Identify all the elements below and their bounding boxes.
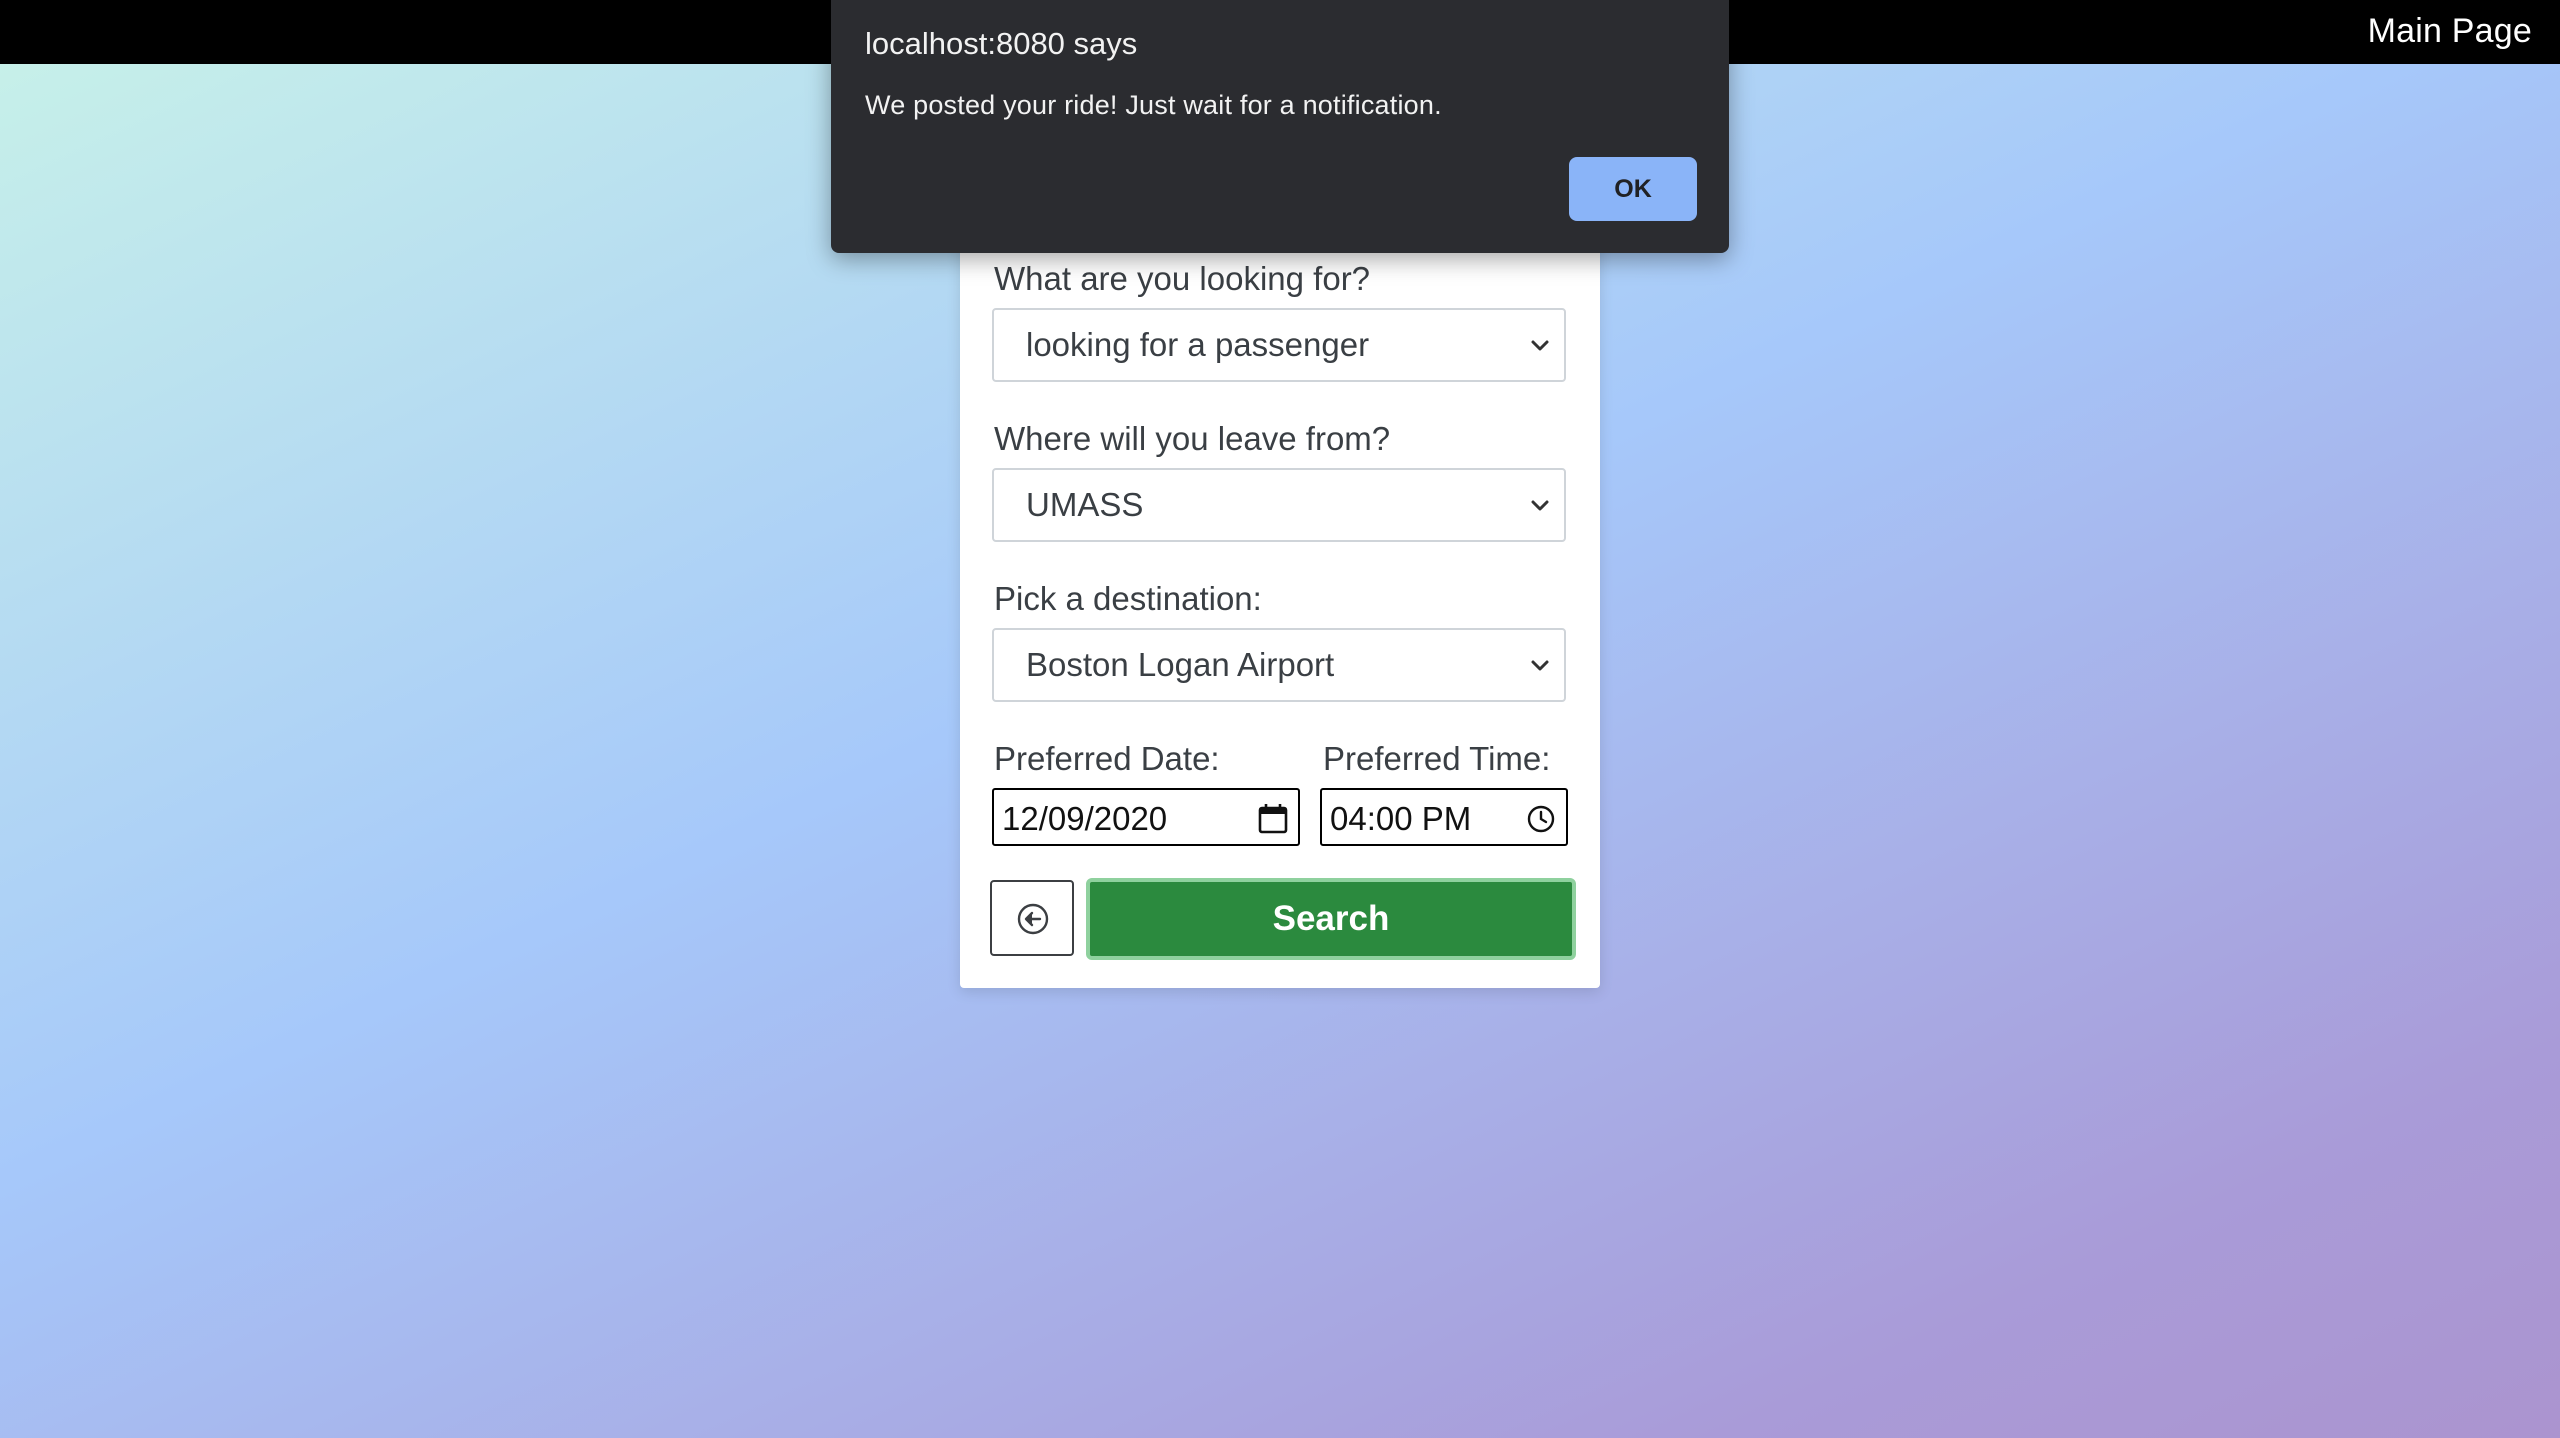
time-input[interactable]: 04:00 PM bbox=[1320, 788, 1568, 846]
dialog-ok-button[interactable]: OK bbox=[1569, 157, 1697, 221]
destination-label: Pick a destination: bbox=[994, 580, 1262, 617]
calendar-icon[interactable] bbox=[1256, 802, 1290, 836]
chevron-down-icon bbox=[1531, 500, 1549, 511]
destination-value: Boston Logan Airport bbox=[1026, 646, 1335, 683]
leave-from-value: UMASS bbox=[1026, 486, 1144, 523]
date-label: Preferred Date: bbox=[994, 740, 1220, 777]
leave-from-label: Where will you leave from? bbox=[994, 420, 1391, 457]
looking-for-value: looking for a passenger bbox=[1026, 326, 1370, 363]
destination-select[interactable]: Boston Logan Airport bbox=[992, 628, 1566, 702]
dialog-title: localhost:8080 says bbox=[865, 26, 1138, 61]
chevron-down-icon bbox=[1531, 340, 1549, 351]
clock-icon[interactable] bbox=[1524, 802, 1558, 836]
main-page-link[interactable]: Main Page bbox=[2368, 12, 2532, 51]
dialog-message: We posted your ride! Just wait for a not… bbox=[865, 90, 1442, 120]
chevron-down-icon bbox=[1531, 660, 1549, 671]
search-button[interactable]: Search bbox=[1086, 878, 1576, 960]
looking-for-select[interactable]: looking for a passenger bbox=[992, 308, 1566, 382]
alert-dialog: localhost:8080 says We posted your ride!… bbox=[831, 0, 1729, 253]
date-value: 12/09/2020 bbox=[1002, 800, 1168, 837]
arrow-left-circle-icon bbox=[1017, 903, 1049, 935]
looking-for-label: What are you looking for? bbox=[994, 260, 1371, 297]
time-label: Preferred Time: bbox=[1323, 740, 1551, 777]
leave-from-select[interactable]: UMASS bbox=[992, 468, 1566, 542]
date-input[interactable]: 12/09/2020 bbox=[992, 788, 1300, 846]
time-value: 04:00 PM bbox=[1330, 800, 1472, 837]
back-button[interactable] bbox=[990, 880, 1074, 956]
